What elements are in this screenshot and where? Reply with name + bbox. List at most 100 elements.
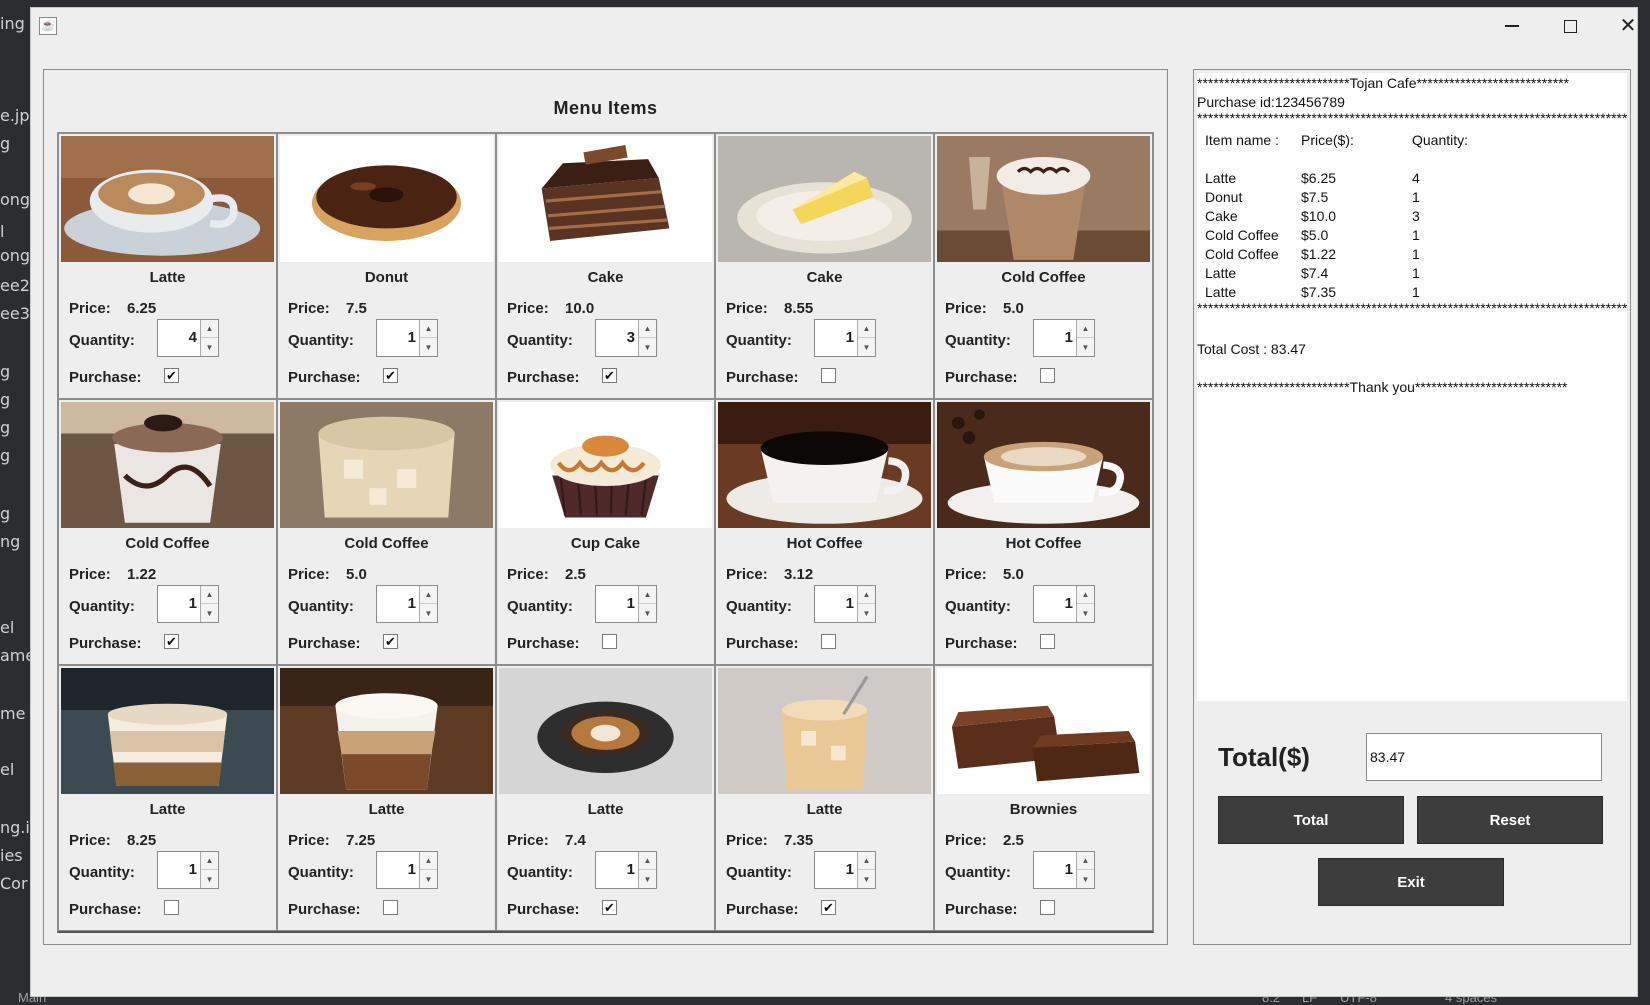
quantity-value[interactable]: 1 [596,586,638,622]
quantity-spinner[interactable]: 1 ▲ ▼ [157,585,219,623]
quantity-value[interactable]: 1 [596,852,638,888]
increment-arrow-icon[interactable]: ▲ [420,852,437,870]
quantity-value[interactable]: 1 [158,586,200,622]
quantity-value[interactable]: 1 [377,852,419,888]
receipt-text-area[interactable]: ****************************Tojan Cafe**… [1197,73,1627,701]
increment-arrow-icon[interactable]: ▲ [1077,852,1094,870]
increment-arrow-icon[interactable]: ▲ [858,320,875,338]
quantity-value[interactable]: 1 [158,852,200,888]
menu-item-image [61,136,274,262]
menu-item-card: Cold Coffee Price: 5.0 Quantity: 1 ▲ ▼ P… [934,133,1153,399]
purchase-checkbox[interactable] [1040,634,1055,649]
quantity-spinner[interactable]: 1 ▲ ▼ [814,851,876,889]
quantity-spinner[interactable]: 1 ▲ ▼ [814,585,876,623]
purchase-checkbox[interactable] [383,900,398,915]
menu-item-name: Latte [149,269,186,286]
purchase-checkbox[interactable] [821,634,836,649]
decrement-arrow-icon[interactable]: ▼ [420,870,437,888]
decrement-arrow-icon[interactable]: ▼ [639,338,656,356]
quantity-value[interactable]: 4 [158,320,200,356]
minimize-button[interactable] [1483,8,1541,44]
quantity-spinner[interactable]: 1 ▲ ▼ [595,585,657,623]
increment-arrow-icon[interactable]: ▲ [858,852,875,870]
increment-arrow-icon[interactable]: ▲ [201,586,218,604]
quantity-spinner[interactable]: 1 ▲ ▼ [814,319,876,357]
receipt-item: Latte [1205,170,1237,186]
decrement-arrow-icon[interactable]: ▼ [201,604,218,622]
increment-arrow-icon[interactable]: ▲ [1077,320,1094,338]
decrement-arrow-icon[interactable]: ▼ [420,338,437,356]
quantity-value[interactable]: 1 [815,320,857,356]
purchase-checkbox[interactable]: ✔ [383,634,398,649]
purchase-checkbox[interactable]: ✔ [164,368,179,383]
quantity-spinner[interactable]: 4 ▲ ▼ [157,319,219,357]
decrement-arrow-icon[interactable]: ▼ [858,338,875,356]
quantity-spinner[interactable]: 1 ▲ ▼ [376,319,438,357]
decrement-arrow-icon[interactable]: ▼ [858,870,875,888]
quantity-spinner[interactable]: 1 ▲ ▼ [376,585,438,623]
increment-arrow-icon[interactable]: ▲ [639,852,656,870]
quantity-spinner[interactable]: 1 ▲ ▼ [376,851,438,889]
close-button[interactable]: ✕ [1599,8,1650,44]
purchase-label: Purchase: [69,901,142,918]
purchase-checkbox[interactable]: ✔ [164,634,179,649]
purchase-checkbox[interactable] [1040,900,1055,915]
quantity-value[interactable]: 1 [815,852,857,888]
total-field[interactable]: 83.47 [1366,733,1602,781]
purchase-checkbox[interactable] [164,900,179,915]
decrement-arrow-icon[interactable]: ▼ [1077,604,1094,622]
decrement-arrow-icon[interactable]: ▼ [420,604,437,622]
increment-arrow-icon[interactable]: ▲ [1077,586,1094,604]
minimize-icon [1505,25,1519,27]
quantity-value[interactable]: 1 [377,320,419,356]
purchase-checkbox[interactable] [821,368,836,383]
decrement-arrow-icon[interactable]: ▼ [201,870,218,888]
quantity-spinner[interactable]: 1 ▲ ▼ [595,851,657,889]
quantity-spinner[interactable]: 1 ▲ ▼ [1033,319,1095,357]
increment-arrow-icon[interactable]: ▲ [639,586,656,604]
quantity-value[interactable]: 1 [1034,586,1076,622]
quantity-spinner[interactable]: 3 ▲ ▼ [595,319,657,357]
increment-arrow-icon[interactable]: ▲ [639,320,656,338]
decrement-arrow-icon[interactable]: ▼ [639,870,656,888]
purchase-label: Purchase: [726,635,799,652]
quantity-spinner[interactable]: 1 ▲ ▼ [1033,585,1095,623]
purchase-label: Purchase: [945,369,1018,386]
menu-item-card: Latte Price: 7.4 Quantity: 1 ▲ ▼ Purchas… [496,665,715,931]
receipt-item: Cold Coffee [1205,227,1279,243]
increment-arrow-icon[interactable]: ▲ [858,586,875,604]
background-file-fragment: ies [0,846,23,865]
purchase-checkbox[interactable]: ✔ [821,900,836,915]
receipt-qty: 1 [1412,189,1420,205]
increment-arrow-icon[interactable]: ▲ [420,586,437,604]
quantity-spinner[interactable]: 1 ▲ ▼ [157,851,219,889]
increment-arrow-icon[interactable]: ▲ [201,852,218,870]
exit-button[interactable]: Exit [1318,858,1504,906]
purchase-checkbox[interactable] [602,634,617,649]
spinner-arrows: ▲ ▼ [857,320,875,356]
decrement-arrow-icon[interactable]: ▼ [639,604,656,622]
purchase-label: Purchase: [69,635,142,652]
decrement-arrow-icon[interactable]: ▼ [858,604,875,622]
quantity-spinner[interactable]: 1 ▲ ▼ [1033,851,1095,889]
purchase-checkbox[interactable]: ✔ [383,368,398,383]
purchase-checkbox[interactable] [1040,368,1055,383]
increment-arrow-icon[interactable]: ▲ [201,320,218,338]
total-button[interactable]: Total [1218,796,1404,844]
decrement-arrow-icon[interactable]: ▼ [1077,338,1094,356]
quantity-value[interactable]: 1 [815,586,857,622]
price-value: 2.5 [1003,832,1024,849]
decrement-arrow-icon[interactable]: ▼ [201,338,218,356]
purchase-checkbox[interactable]: ✔ [602,900,617,915]
quantity-value[interactable]: 3 [596,320,638,356]
menu-item-name: Latte [368,801,405,818]
decrement-arrow-icon[interactable]: ▼ [1077,870,1094,888]
title-bar[interactable]: ☕ ✕ [31,8,1637,44]
quantity-value[interactable]: 1 [377,586,419,622]
maximize-button[interactable] [1541,8,1599,44]
quantity-value[interactable]: 1 [1034,852,1076,888]
purchase-checkbox[interactable]: ✔ [602,368,617,383]
quantity-value[interactable]: 1 [1034,320,1076,356]
increment-arrow-icon[interactable]: ▲ [420,320,437,338]
reset-button[interactable]: Reset [1417,796,1603,844]
